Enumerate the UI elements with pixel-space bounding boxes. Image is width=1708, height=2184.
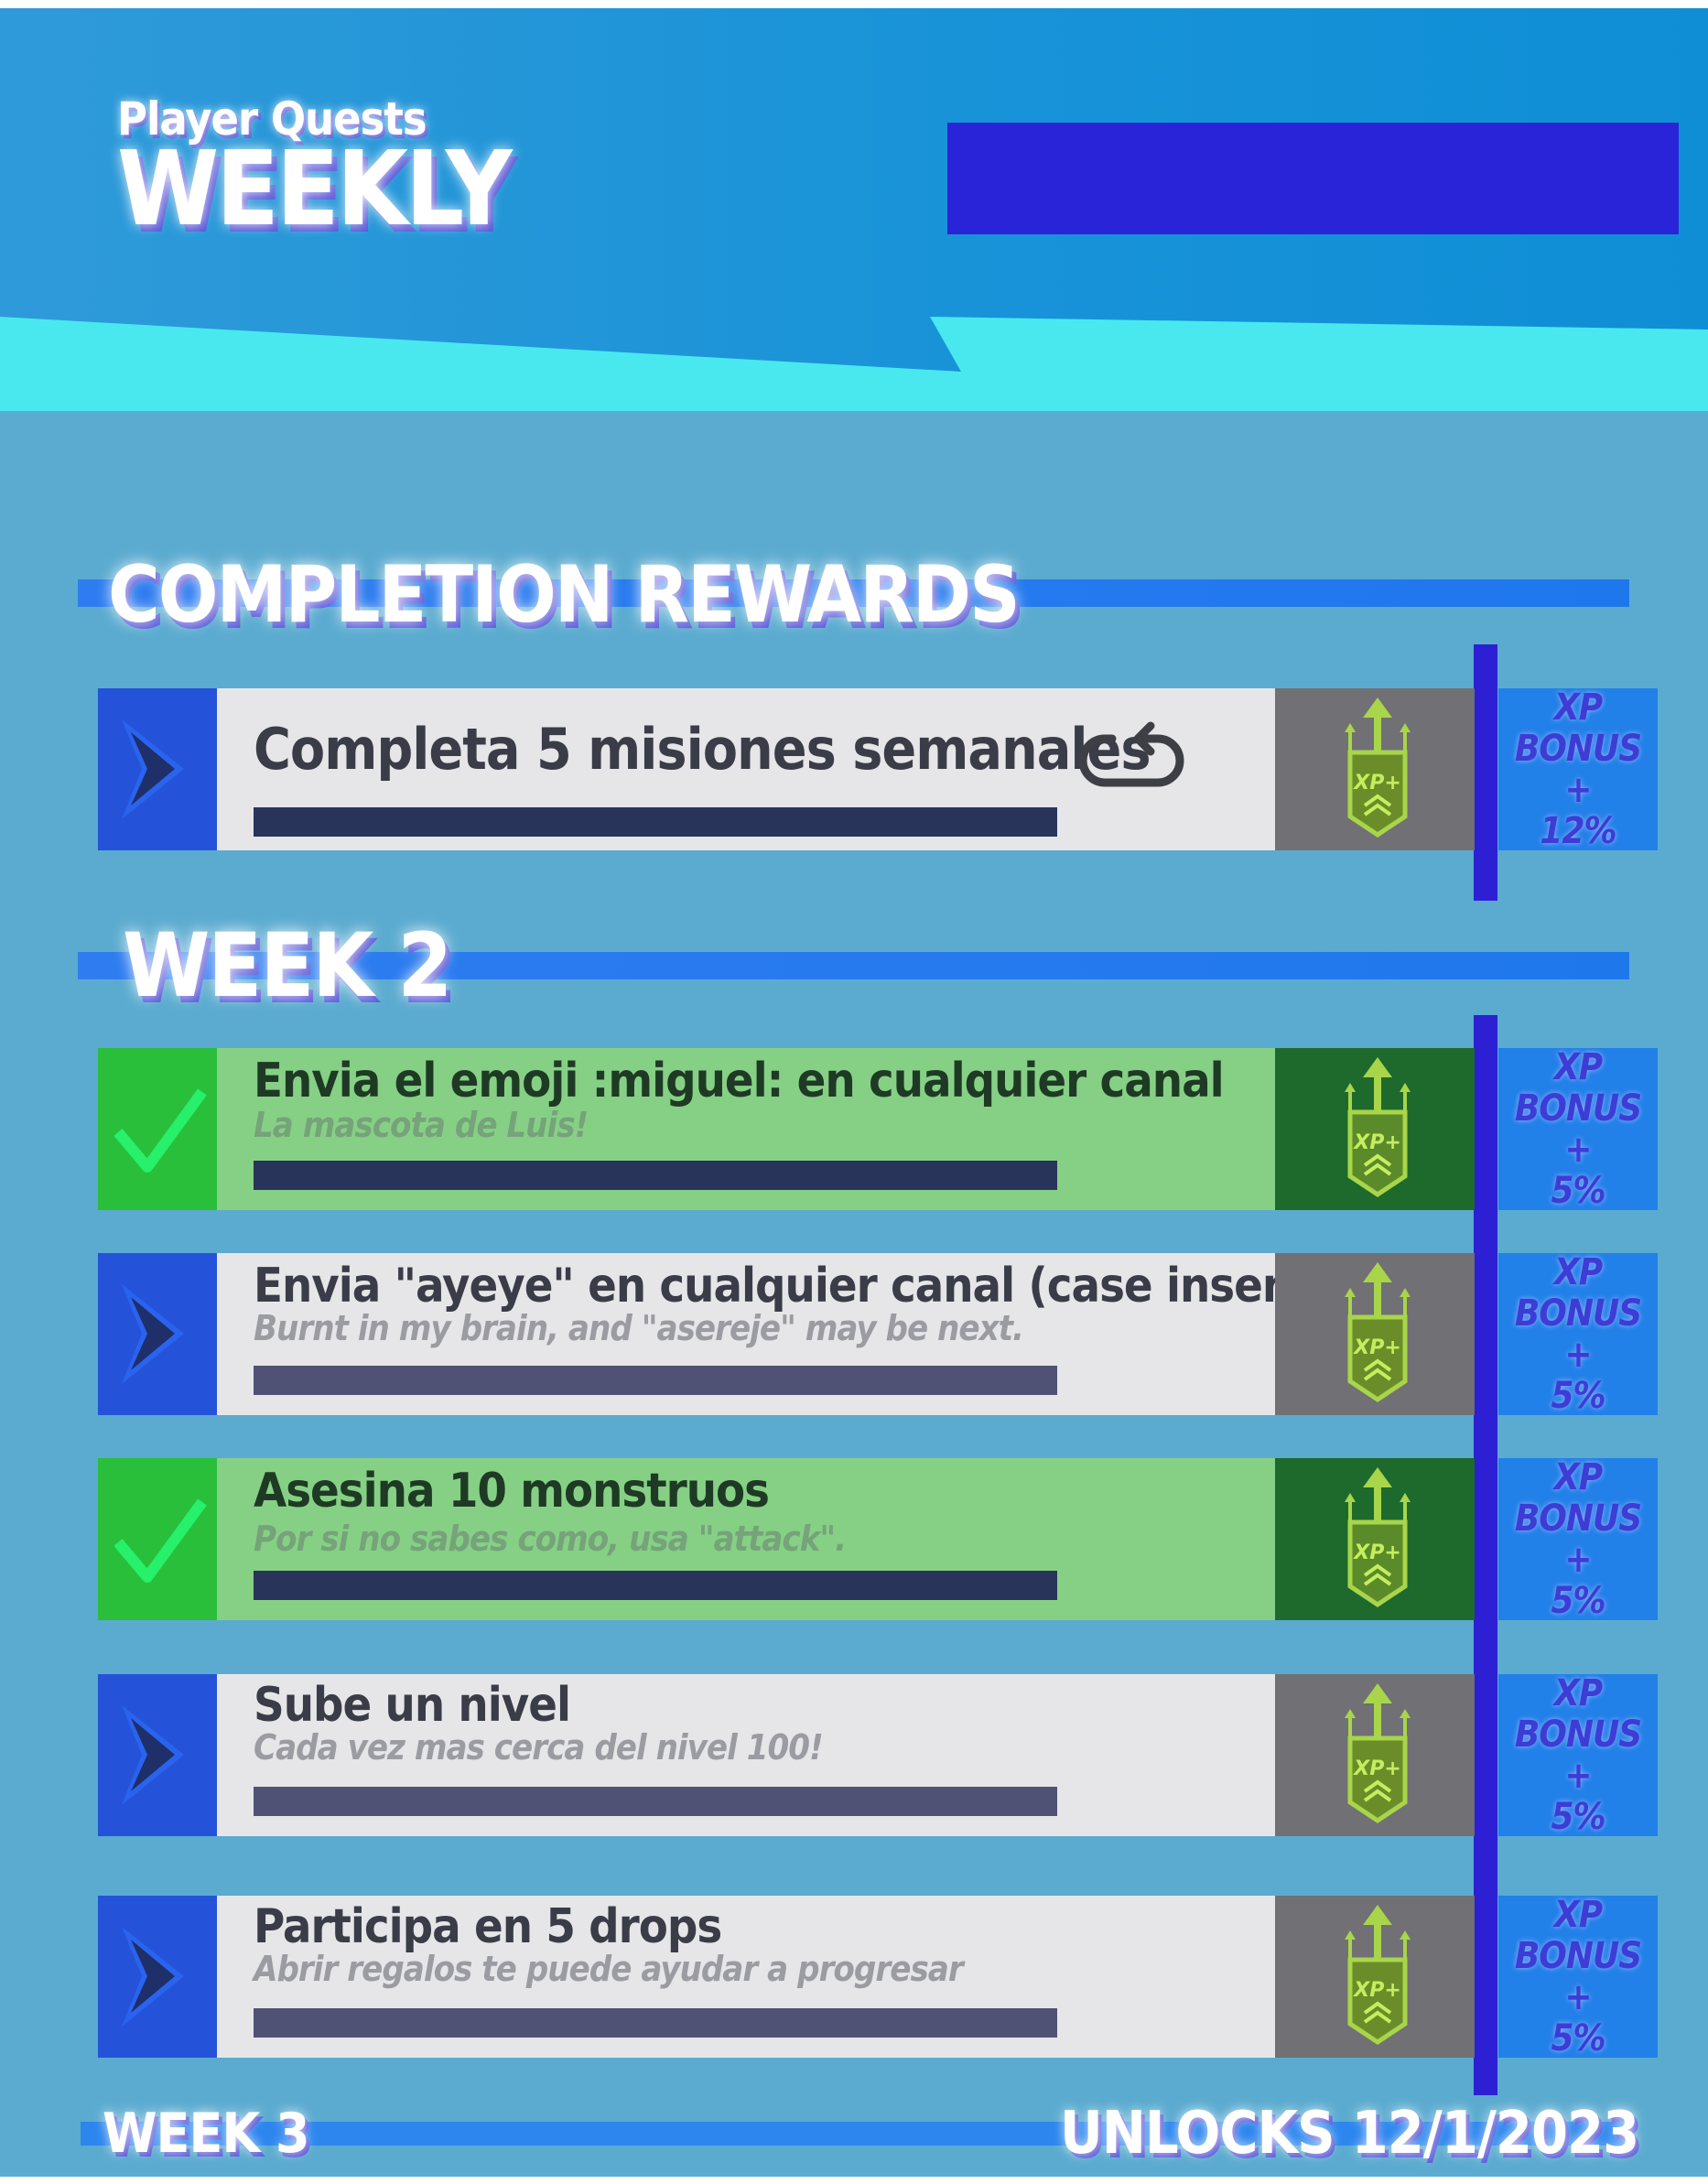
xp-plus-icon: XP+	[1345, 1057, 1411, 1198]
quest-panel: Completa 5 misiones semanales	[217, 688, 1275, 850]
quest-title: Envia el emoji :miguel: en cualquier can…	[254, 1054, 1225, 1108]
quest-panel: Envia el emoji :miguel: en cualquier can…	[217, 1048, 1275, 1210]
chevron-right-icon	[122, 1927, 184, 2027]
quest-panel: Sube un nivel Cada vez mas cerca del niv…	[217, 1674, 1275, 1836]
quest-status-box	[98, 1674, 217, 1836]
week2-divider	[1474, 1015, 1497, 2095]
completion-heading: COMPLETION REWARDS	[108, 549, 1021, 641]
bonus-line-2: BONUS +	[1514, 1087, 1642, 1171]
reward-box: XP+	[1275, 1674, 1475, 1836]
quest-progress-bar	[254, 2008, 1057, 2038]
quest-status-box	[98, 1253, 217, 1415]
quest-progress-bar	[254, 807, 1057, 837]
svg-text:XP+: XP+	[1352, 772, 1401, 795]
xp-plus-icon: XP+	[1345, 697, 1411, 838]
bonus-line-1: XP	[1553, 1671, 1603, 1714]
quest-row[interactable]: Asesina 10 monstruos Por si no sabes com…	[98, 1458, 1475, 1620]
reward-box: XP+	[1275, 1048, 1475, 1210]
bonus-line-3: 12%	[1540, 809, 1616, 852]
bonus-line-2: BONUS +	[1514, 1292, 1642, 1376]
bonus-line-2: BONUS +	[1514, 1934, 1642, 2018]
refresh-icon	[1078, 721, 1184, 787]
bonus-box: XP BONUS +5%	[1498, 1893, 1658, 2060]
bonus-line-3: 5%	[1551, 1169, 1605, 1212]
bonus-line-1: XP	[1553, 1455, 1603, 1498]
quest-status-box	[98, 1458, 217, 1620]
xp-plus-icon: XP+	[1345, 1262, 1411, 1403]
quest-status-box	[98, 688, 217, 850]
bonus-box: XP BONUS +5%	[1498, 1250, 1658, 1417]
svg-text:XP+: XP+	[1352, 1131, 1401, 1154]
bonus-line-1: XP	[1553, 1893, 1603, 1936]
bonus-box: XP BONUS +5%	[1498, 1671, 1658, 1838]
xp-plus-icon: XP+	[1345, 1905, 1411, 2046]
unlock-date: UNLOCKS 12/1/2023	[1060, 2100, 1639, 2168]
quest-row[interactable]: Sube un nivel Cada vez mas cerca del niv…	[98, 1674, 1475, 1836]
bonus-box: XP BONUS +12%	[1498, 686, 1658, 852]
quest-title: Completa 5 misiones semanales	[254, 716, 1151, 783]
bonus-box: XP BONUS +5%	[1498, 1045, 1658, 1212]
quest-title: Sube un nivel	[254, 1678, 571, 1733]
quests-screen: Player Quests WEEKLY COMPLETION REWARDS …	[0, 8, 1708, 2177]
quest-progress-bar	[254, 1571, 1057, 1600]
quest-row[interactable]: Envia el emoji :miguel: en cualquier can…	[98, 1048, 1475, 1210]
bonus-line-2: BONUS +	[1514, 1497, 1642, 1581]
bonus-line-3: 5%	[1551, 1579, 1605, 1622]
checkmark-icon	[114, 1088, 207, 1173]
quest-panel: Asesina 10 monstruos Por si no sabes com…	[217, 1458, 1275, 1620]
quest-status-box	[98, 1048, 217, 1210]
quest-subtitle: Abrir regalos te puede ayudar a progresa…	[254, 1949, 964, 1989]
bonus-line-3: 5%	[1551, 1374, 1605, 1417]
quest-status-box	[98, 1896, 217, 2058]
quest-subtitle: Por si no sabes como, usa "attack".	[254, 1519, 847, 1559]
reward-box: XP+	[1275, 1253, 1475, 1415]
completion-divider	[1474, 644, 1497, 901]
bonus-line-3: 5%	[1551, 1795, 1605, 1838]
quest-title: Envia "ayeye" en cualquier canal (case i…	[254, 1259, 1438, 1314]
svg-text:XP+: XP+	[1352, 1757, 1401, 1780]
reward-box: XP+	[1275, 1896, 1475, 2058]
chevron-right-icon	[122, 1284, 184, 1384]
quest-progress-bar	[254, 1366, 1057, 1395]
xp-plus-icon: XP+	[1345, 1683, 1411, 1824]
quest-panel: Participa en 5 drops Abrir regalos te pu…	[217, 1896, 1275, 2058]
quest-progress-bar	[254, 1161, 1057, 1190]
svg-text:XP+: XP+	[1352, 1336, 1401, 1359]
next-week-label: WEEK 3	[103, 2102, 310, 2166]
quest-row[interactable]: Envia "ayeye" en cualquier canal (case i…	[98, 1253, 1475, 1415]
quest-title: Participa en 5 drops	[254, 1899, 722, 1954]
bonus-line-2: BONUS +	[1514, 727, 1642, 811]
reward-box: XP+	[1275, 688, 1475, 850]
quest-title: Asesina 10 monstruos	[254, 1464, 770, 1519]
quest-subtitle: Cada vez mas cerca del nivel 100!	[254, 1727, 824, 1768]
xp-plus-icon: XP+	[1345, 1467, 1411, 1608]
bonus-line-3: 5%	[1551, 2016, 1605, 2060]
completion-quest-row[interactable]: Completa 5 misiones semanales XP+	[98, 688, 1475, 850]
bonus-line-1: XP	[1553, 1250, 1603, 1293]
bonus-line-2: BONUS +	[1514, 1713, 1642, 1797]
week2-heading: WEEK 2	[123, 914, 452, 1017]
reward-box: XP+	[1275, 1458, 1475, 1620]
quest-panel: Envia "ayeye" en cualquier canal (case i…	[217, 1253, 1438, 1415]
svg-text:XP+: XP+	[1352, 1979, 1401, 2002]
quest-row[interactable]: Participa en 5 drops Abrir regalos te pu…	[98, 1896, 1475, 2058]
quest-progress-bar	[254, 1787, 1057, 1816]
page-title: WEEKLY	[117, 130, 513, 249]
checkmark-icon	[114, 1498, 207, 1583]
bonus-line-1: XP	[1553, 686, 1603, 729]
bonus-box: XP BONUS +5%	[1498, 1455, 1658, 1622]
quest-subtitle: La mascota de Luis!	[254, 1105, 589, 1145]
chevron-right-icon	[122, 1705, 184, 1805]
quest-subtitle: Burnt in my brain, and "asereje" may be …	[254, 1308, 1024, 1348]
chevron-right-icon	[122, 719, 184, 819]
header-banner	[947, 123, 1679, 234]
svg-text:XP+: XP+	[1352, 1541, 1401, 1564]
bonus-line-1: XP	[1553, 1045, 1603, 1088]
